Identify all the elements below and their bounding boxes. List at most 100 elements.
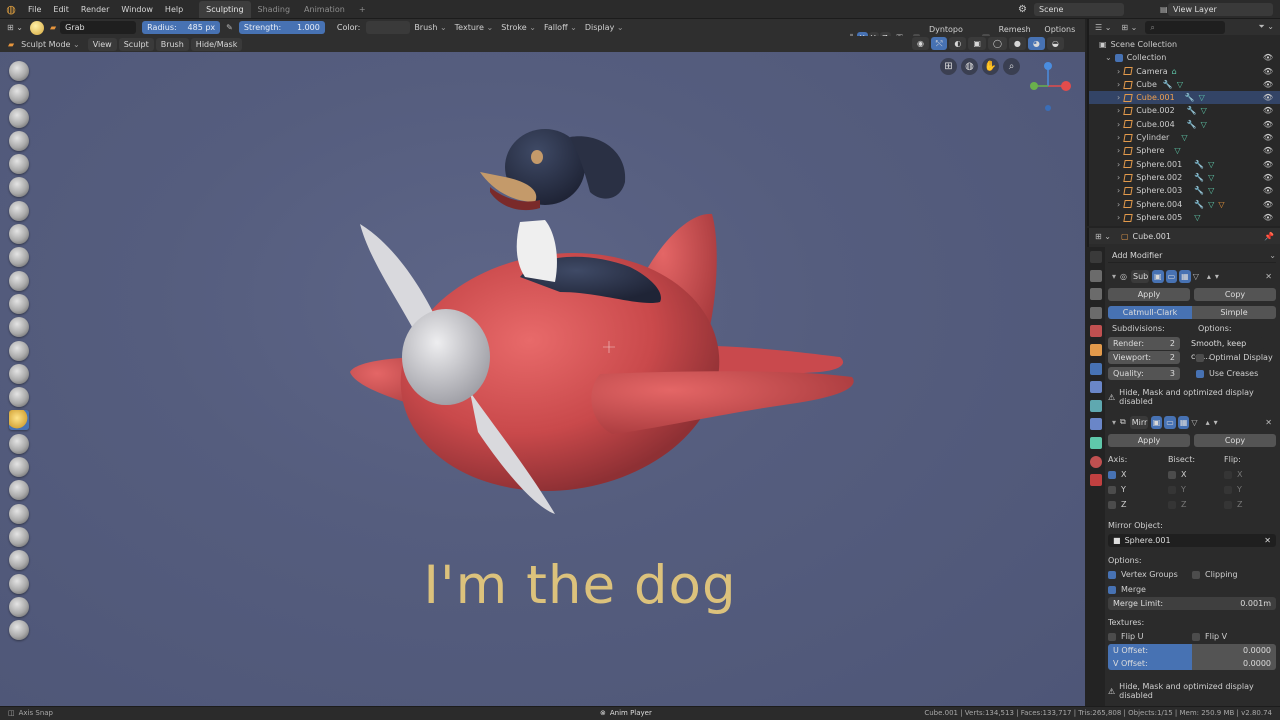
v-offset-field[interactable]: V Offset: 0.0000 bbox=[1108, 657, 1276, 670]
tool-pinch[interactable] bbox=[9, 317, 29, 338]
menu-help[interactable]: Help bbox=[159, 0, 189, 19]
close-icon[interactable]: ✕ bbox=[1265, 272, 1272, 281]
expand-icon[interactable]: ⌄ bbox=[1105, 51, 1112, 64]
subsurf-apply-button[interactable]: Apply bbox=[1108, 288, 1190, 301]
rendered-shading-icon[interactable]: ◒ bbox=[1046, 37, 1064, 50]
u-offset-field[interactable]: U Offset: 0.0000 bbox=[1108, 644, 1276, 657]
eye-icon[interactable]: 👁 bbox=[1263, 51, 1273, 64]
eye-icon[interactable]: 👁 bbox=[1263, 131, 1273, 144]
close-icon[interactable]: ✕ bbox=[1265, 418, 1272, 427]
menu-edit[interactable]: Edit bbox=[47, 0, 75, 19]
uv-smooth-select[interactable]: Smooth, keep cor... bbox=[1186, 337, 1264, 361]
expand-icon[interactable]: › bbox=[1117, 144, 1120, 157]
filter-icon[interactable]: ⏷ ⌄ bbox=[1258, 22, 1274, 32]
move-down-icon[interactable]: ▾ bbox=[1215, 272, 1219, 281]
outliner-row-sphere-005[interactable]: › Sphere.005 ▽ 👁 bbox=[1089, 211, 1280, 224]
tool-flatten[interactable] bbox=[9, 247, 29, 268]
outliner-row-camera[interactable]: › Camera ⌂ 👁 bbox=[1089, 65, 1280, 78]
tool-clay-strips[interactable] bbox=[9, 107, 29, 128]
brush-preview-icon[interactable] bbox=[30, 20, 44, 35]
expand-icon[interactable]: › bbox=[1117, 171, 1120, 184]
texture-tab-icon[interactable] bbox=[1090, 474, 1102, 487]
falloff-menu[interactable]: Falloff bbox=[540, 19, 581, 36]
view-object-types-icon[interactable]: ◉ bbox=[912, 37, 929, 50]
modifier-tab-icon[interactable] bbox=[1090, 362, 1102, 375]
brush-name-field[interactable]: Grab bbox=[60, 21, 137, 34]
outliner-row-sphere-004[interactable]: › Sphere.004 🔧 ▽ ▽ 👁 bbox=[1089, 198, 1280, 211]
outliner-row-sphere-002[interactable]: › Sphere.002 🔧 ▽ 👁 bbox=[1089, 171, 1280, 184]
outliner-display-icon[interactable]: ⊞ ⌄ bbox=[1121, 23, 1137, 32]
eye-icon[interactable]: 👁 bbox=[1263, 184, 1273, 197]
subsurf-copy-button[interactable]: Copy bbox=[1194, 288, 1276, 301]
tool-mask[interactable] bbox=[9, 503, 29, 524]
wireframe-shading-icon[interactable]: ◯ bbox=[987, 37, 1007, 50]
eye-icon[interactable]: 👁 bbox=[1263, 104, 1273, 117]
scene-selector[interactable]: Scene bbox=[1034, 3, 1124, 16]
render-tab-icon[interactable] bbox=[1090, 269, 1102, 282]
menu-window[interactable]: Window bbox=[115, 0, 159, 19]
eye-icon[interactable]: 👁 bbox=[1263, 118, 1273, 131]
bisect-x-checkbox[interactable] bbox=[1168, 470, 1176, 479]
tool-fill[interactable] bbox=[9, 270, 29, 291]
menu-render[interactable]: Render bbox=[75, 0, 115, 19]
outliner-row-sphere-001[interactable]: › Sphere.001 🔧 ▽ 👁 bbox=[1089, 158, 1280, 171]
mirror-name-field[interactable]: Mirr bbox=[1129, 415, 1148, 429]
viewport-toggle-icon[interactable]: ▭ bbox=[1165, 269, 1178, 283]
tool-thumb[interactable] bbox=[9, 387, 29, 408]
view-layer-tab-icon[interactable] bbox=[1090, 306, 1102, 319]
subsurf-name-field[interactable]: Sub bbox=[1131, 269, 1149, 283]
render-toggle-icon[interactable]: ▦ bbox=[1177, 415, 1190, 429]
mirror-object-field[interactable]: ■ Sphere.001 ✕ bbox=[1108, 534, 1276, 547]
tool-box-mask[interactable] bbox=[9, 526, 29, 547]
tool-nudge[interactable] bbox=[9, 433, 29, 454]
tool-draw[interactable] bbox=[9, 61, 29, 81]
tab-shading[interactable]: Shading bbox=[251, 1, 298, 18]
tool-blob[interactable] bbox=[9, 177, 29, 198]
clipping-checkbox[interactable] bbox=[1192, 570, 1200, 579]
mode-selector[interactable]: Sculpt Mode bbox=[17, 36, 84, 53]
eye-icon[interactable]: 👁 bbox=[1263, 65, 1273, 78]
collection-checkbox[interactable] bbox=[1114, 53, 1123, 62]
scene-icon[interactable]: ⚙ bbox=[1018, 0, 1027, 19]
viewport-toggle-icon[interactable]: ▭ bbox=[1164, 415, 1176, 429]
particles-tab-icon[interactable] bbox=[1090, 381, 1102, 394]
vertex-groups-checkbox[interactable] bbox=[1108, 570, 1116, 579]
material-tab-icon[interactable] bbox=[1090, 455, 1102, 468]
expand-icon[interactable]: › bbox=[1117, 158, 1120, 171]
pin-icon[interactable]: 📌 bbox=[1264, 232, 1274, 241]
optimal-display-checkbox[interactable] bbox=[1196, 353, 1204, 362]
collapse-icon[interactable]: ▾ bbox=[1112, 418, 1116, 427]
texture-menu[interactable]: Texture bbox=[451, 19, 498, 36]
use-creases-checkbox[interactable] bbox=[1196, 369, 1204, 378]
eye-icon[interactable]: 👁 bbox=[1263, 198, 1273, 211]
physics-tab-icon[interactable] bbox=[1090, 399, 1102, 412]
xray-toggle-icon[interactable]: ▣ bbox=[968, 37, 986, 50]
display-menu[interactable]: Display bbox=[581, 19, 628, 36]
expand-icon[interactable]: › bbox=[1117, 198, 1120, 211]
expand-icon[interactable]: › bbox=[1117, 91, 1120, 104]
bisect-y-checkbox[interactable] bbox=[1168, 485, 1176, 494]
tool-scrape[interactable] bbox=[9, 293, 29, 314]
pressure-icon[interactable]: ✎ bbox=[226, 23, 233, 32]
output-tab-icon[interactable] bbox=[1090, 288, 1102, 301]
move-up-icon[interactable]: ▴ bbox=[1206, 418, 1210, 427]
hide-mask-menu[interactable]: Hide/Mask bbox=[190, 37, 243, 51]
expand-icon[interactable]: › bbox=[1117, 118, 1120, 131]
view-layer-selector[interactable]: View Layer bbox=[1168, 3, 1273, 16]
zoom-icon[interactable]: ⌕ bbox=[1003, 58, 1020, 75]
gizmo-toggle-icon[interactable]: ⤲ bbox=[930, 37, 948, 50]
add-workspace-button[interactable]: + bbox=[352, 1, 373, 18]
outliner-editor-icon[interactable]: ☰ ⌄ bbox=[1095, 23, 1111, 32]
move-up-icon[interactable]: ▴ bbox=[1207, 272, 1211, 281]
eye-icon[interactable]: 👁 bbox=[1263, 91, 1273, 104]
tool-simplify[interactable] bbox=[9, 480, 29, 501]
tool-rotate[interactable] bbox=[9, 457, 29, 478]
viewport-levels-field[interactable]: Viewport: 2 bbox=[1108, 351, 1180, 364]
eye-icon[interactable]: 👁 bbox=[1263, 171, 1273, 184]
tab-animation[interactable]: Animation bbox=[297, 1, 352, 18]
outliner-row-sphere-003[interactable]: › Sphere.003 🔧 ▽ 👁 bbox=[1089, 184, 1280, 197]
simple-button[interactable]: Simple bbox=[1192, 306, 1276, 319]
outliner-row-sphere[interactable]: › Sphere ▽ 👁 bbox=[1089, 144, 1280, 157]
stroke-menu[interactable]: Stroke bbox=[497, 19, 540, 36]
flip-v-checkbox[interactable] bbox=[1192, 632, 1200, 641]
